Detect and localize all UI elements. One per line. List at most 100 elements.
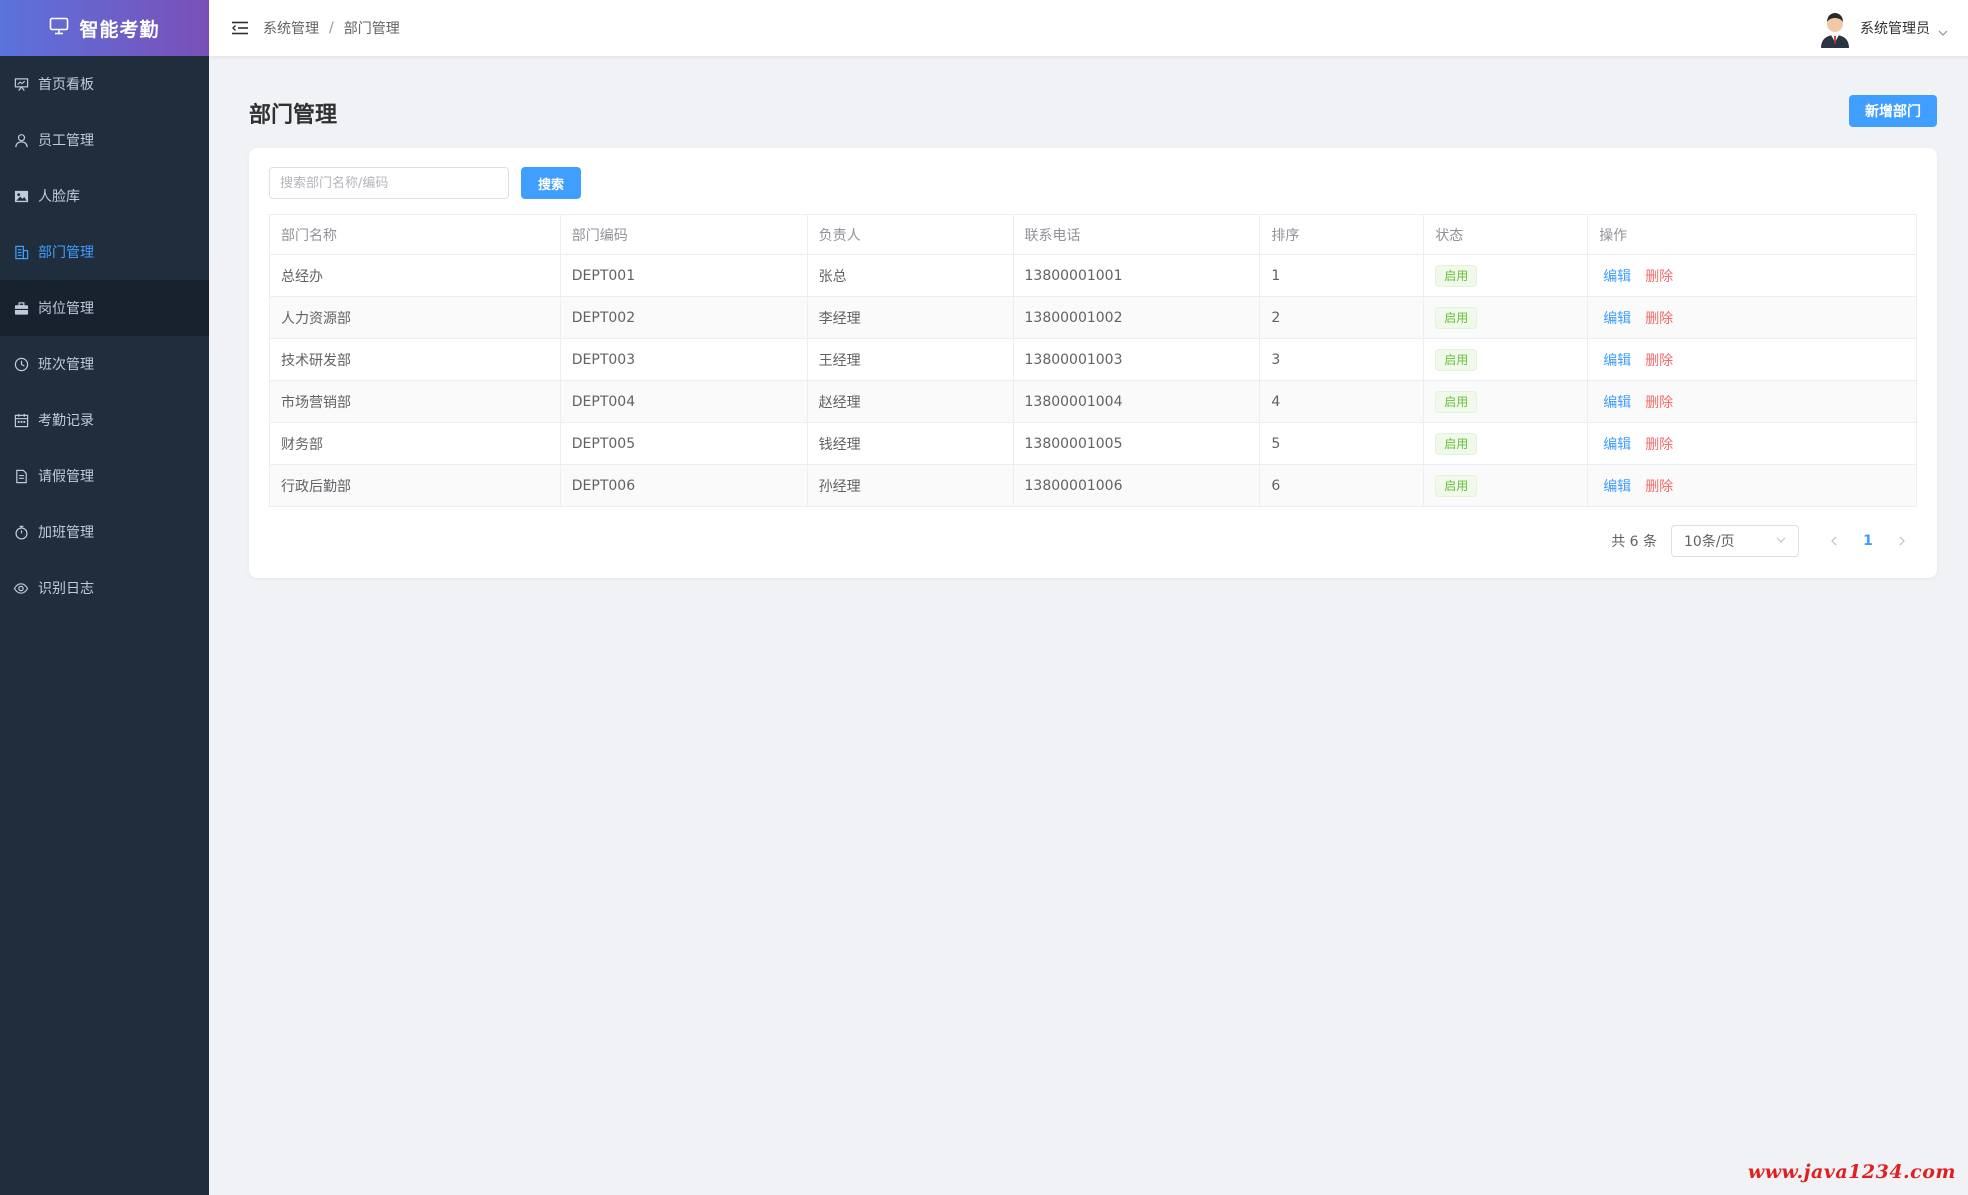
- table-header-row: 部门名称 部门编码 负责人 联系电话 排序 状态 操作: [269, 214, 1917, 255]
- cell-phone: 13800001002: [1012, 296, 1261, 339]
- table-row: 市场营销部 DEPT004 赵经理 13800001004 4 启用 编辑 删除: [269, 380, 1917, 423]
- stopwatch-icon: [13, 524, 29, 540]
- sidebar-item-label: 部门管理: [38, 245, 94, 261]
- cell-sort: 1: [1259, 254, 1425, 297]
- cell-sort: 6: [1259, 464, 1425, 507]
- cell-status: 启用: [1423, 422, 1589, 465]
- breadcrumb: 系统管理 / 部门管理: [263, 18, 400, 38]
- user-icon: [13, 132, 29, 148]
- sidebar-item-label: 加班管理: [38, 525, 94, 541]
- top-header: 系统管理 / 部门管理 系统管理员: [209, 0, 1968, 56]
- column-header-status: 状态: [1423, 214, 1589, 255]
- cell-leader: 孙经理: [806, 464, 1014, 507]
- page-number-current[interactable]: 1: [1853, 526, 1883, 556]
- briefcase-icon: [13, 300, 29, 316]
- cell-code: DEPT001: [559, 254, 808, 297]
- add-department-button[interactable]: 新增部门: [1849, 95, 1937, 127]
- search-input[interactable]: [269, 167, 509, 199]
- edit-button[interactable]: 编辑: [1603, 311, 1631, 327]
- cell-name: 人力资源部: [269, 296, 561, 339]
- delete-button[interactable]: 删除: [1645, 269, 1673, 285]
- cell-name: 技术研发部: [269, 338, 561, 381]
- cell-status: 启用: [1423, 296, 1589, 339]
- edit-button[interactable]: 编辑: [1603, 479, 1631, 495]
- sidebar-item-positions[interactable]: 岗位管理: [0, 280, 209, 336]
- cell-name: 行政后勤部: [269, 464, 561, 507]
- cell-actions: 编辑 删除: [1587, 422, 1917, 465]
- column-header-name: 部门名称: [269, 214, 561, 255]
- office-building-icon: [13, 244, 29, 260]
- cell-name: 市场营销部: [269, 380, 561, 423]
- prev-page-button[interactable]: [1819, 526, 1849, 556]
- edit-button[interactable]: 编辑: [1603, 269, 1631, 285]
- cell-status: 启用: [1423, 380, 1589, 423]
- cell-actions: 编辑 删除: [1587, 464, 1917, 507]
- department-table: 部门名称 部门编码 负责人 联系电话 排序 状态 操作 总经办 DEPT001 …: [269, 214, 1917, 507]
- table-row: 技术研发部 DEPT003 王经理 13800001003 3 启用 编辑 删除: [269, 338, 1917, 381]
- breadcrumb-item-system[interactable]: 系统管理: [263, 18, 319, 38]
- app-title: 智能考勤: [79, 18, 160, 41]
- document-icon: [13, 468, 29, 484]
- cell-status: 启用: [1423, 464, 1589, 507]
- table-row: 人力资源部 DEPT002 李经理 13800001002 2 启用 编辑 删除: [269, 296, 1917, 339]
- status-badge: 启用: [1435, 306, 1478, 329]
- sidebar-item-face-library[interactable]: 人脸库: [0, 168, 209, 224]
- sidebar-item-label: 班次管理: [38, 357, 94, 373]
- cell-actions: 编辑 删除: [1587, 296, 1917, 339]
- sidebar-item-dashboard[interactable]: 首页看板: [0, 56, 209, 112]
- sidebar-item-overtime[interactable]: 加班管理: [0, 504, 209, 560]
- user-menu[interactable]: 系统管理员: [1818, 0, 1948, 56]
- edit-button[interactable]: 编辑: [1603, 353, 1631, 369]
- pagination: 共 6 条 10条/页 1: [1611, 525, 1917, 557]
- sidebar-item-attendance-records[interactable]: 考勤记录: [0, 392, 209, 448]
- eye-icon: [13, 580, 29, 596]
- total-count: 共 6 条: [1611, 534, 1657, 550]
- cell-sort: 3: [1259, 338, 1425, 381]
- delete-button[interactable]: 删除: [1645, 353, 1673, 369]
- delete-button[interactable]: 删除: [1645, 311, 1673, 327]
- sidebar-item-employees[interactable]: 员工管理: [0, 112, 209, 168]
- cell-phone: 13800001001: [1012, 254, 1261, 297]
- app-logo[interactable]: 智能考勤: [0, 0, 209, 56]
- column-header-leader: 负责人: [806, 214, 1014, 255]
- cell-code: DEPT004: [559, 380, 808, 423]
- sidebar-item-recognition-logs[interactable]: 识别日志: [0, 560, 209, 616]
- cell-sort: 2: [1259, 296, 1425, 339]
- chevron-down-icon: [1938, 23, 1948, 36]
- page-size-select[interactable]: 10条/页: [1671, 525, 1799, 557]
- status-badge: 启用: [1435, 348, 1478, 371]
- edit-button[interactable]: 编辑: [1603, 437, 1631, 453]
- delete-button[interactable]: 删除: [1645, 437, 1673, 453]
- sidebar-item-leave[interactable]: 请假管理: [0, 448, 209, 504]
- next-page-button[interactable]: [1887, 526, 1917, 556]
- picture-icon: [13, 188, 29, 204]
- sidebar-menu: 首页看板 员工管理 人脸库 部门管理 岗位管理 班次管理 考勤记录 请假管理 加…: [0, 56, 209, 616]
- cell-sort: 4: [1259, 380, 1425, 423]
- column-header-phone: 联系电话: [1012, 214, 1261, 255]
- cell-status: 启用: [1423, 254, 1589, 297]
- cell-code: DEPT005: [559, 422, 808, 465]
- status-badge: 启用: [1435, 432, 1478, 455]
- column-header-actions: 操作: [1587, 214, 1917, 255]
- search-button[interactable]: 搜索: [521, 167, 581, 199]
- department-list-card: 搜索 部门名称 部门编码 负责人 联系电话 排序 状态 操作 总经办 DEPT0…: [249, 148, 1937, 578]
- status-badge: 启用: [1435, 264, 1478, 287]
- delete-button[interactable]: 删除: [1645, 479, 1673, 495]
- sidebar-item-shifts[interactable]: 班次管理: [0, 336, 209, 392]
- cell-leader: 钱经理: [806, 422, 1014, 465]
- cell-actions: 编辑 删除: [1587, 380, 1917, 423]
- cell-name: 总经办: [269, 254, 561, 297]
- monitor-icon: [49, 17, 69, 39]
- table-row: 财务部 DEPT005 钱经理 13800001005 5 启用 编辑 删除: [269, 422, 1917, 465]
- cell-phone: 13800001004: [1012, 380, 1261, 423]
- sidebar-item-label: 首页看板: [38, 77, 94, 93]
- page-size-value: 10条/页: [1684, 534, 1735, 550]
- collapse-menu-icon[interactable]: [231, 19, 249, 37]
- presentation-icon: [13, 76, 29, 92]
- cell-code: DEPT003: [559, 338, 808, 381]
- sidebar-item-label: 识别日志: [38, 581, 94, 597]
- edit-button[interactable]: 编辑: [1603, 395, 1631, 411]
- sidebar-item-label: 考勤记录: [38, 413, 94, 429]
- delete-button[interactable]: 删除: [1645, 395, 1673, 411]
- sidebar-item-departments[interactable]: 部门管理: [0, 224, 209, 280]
